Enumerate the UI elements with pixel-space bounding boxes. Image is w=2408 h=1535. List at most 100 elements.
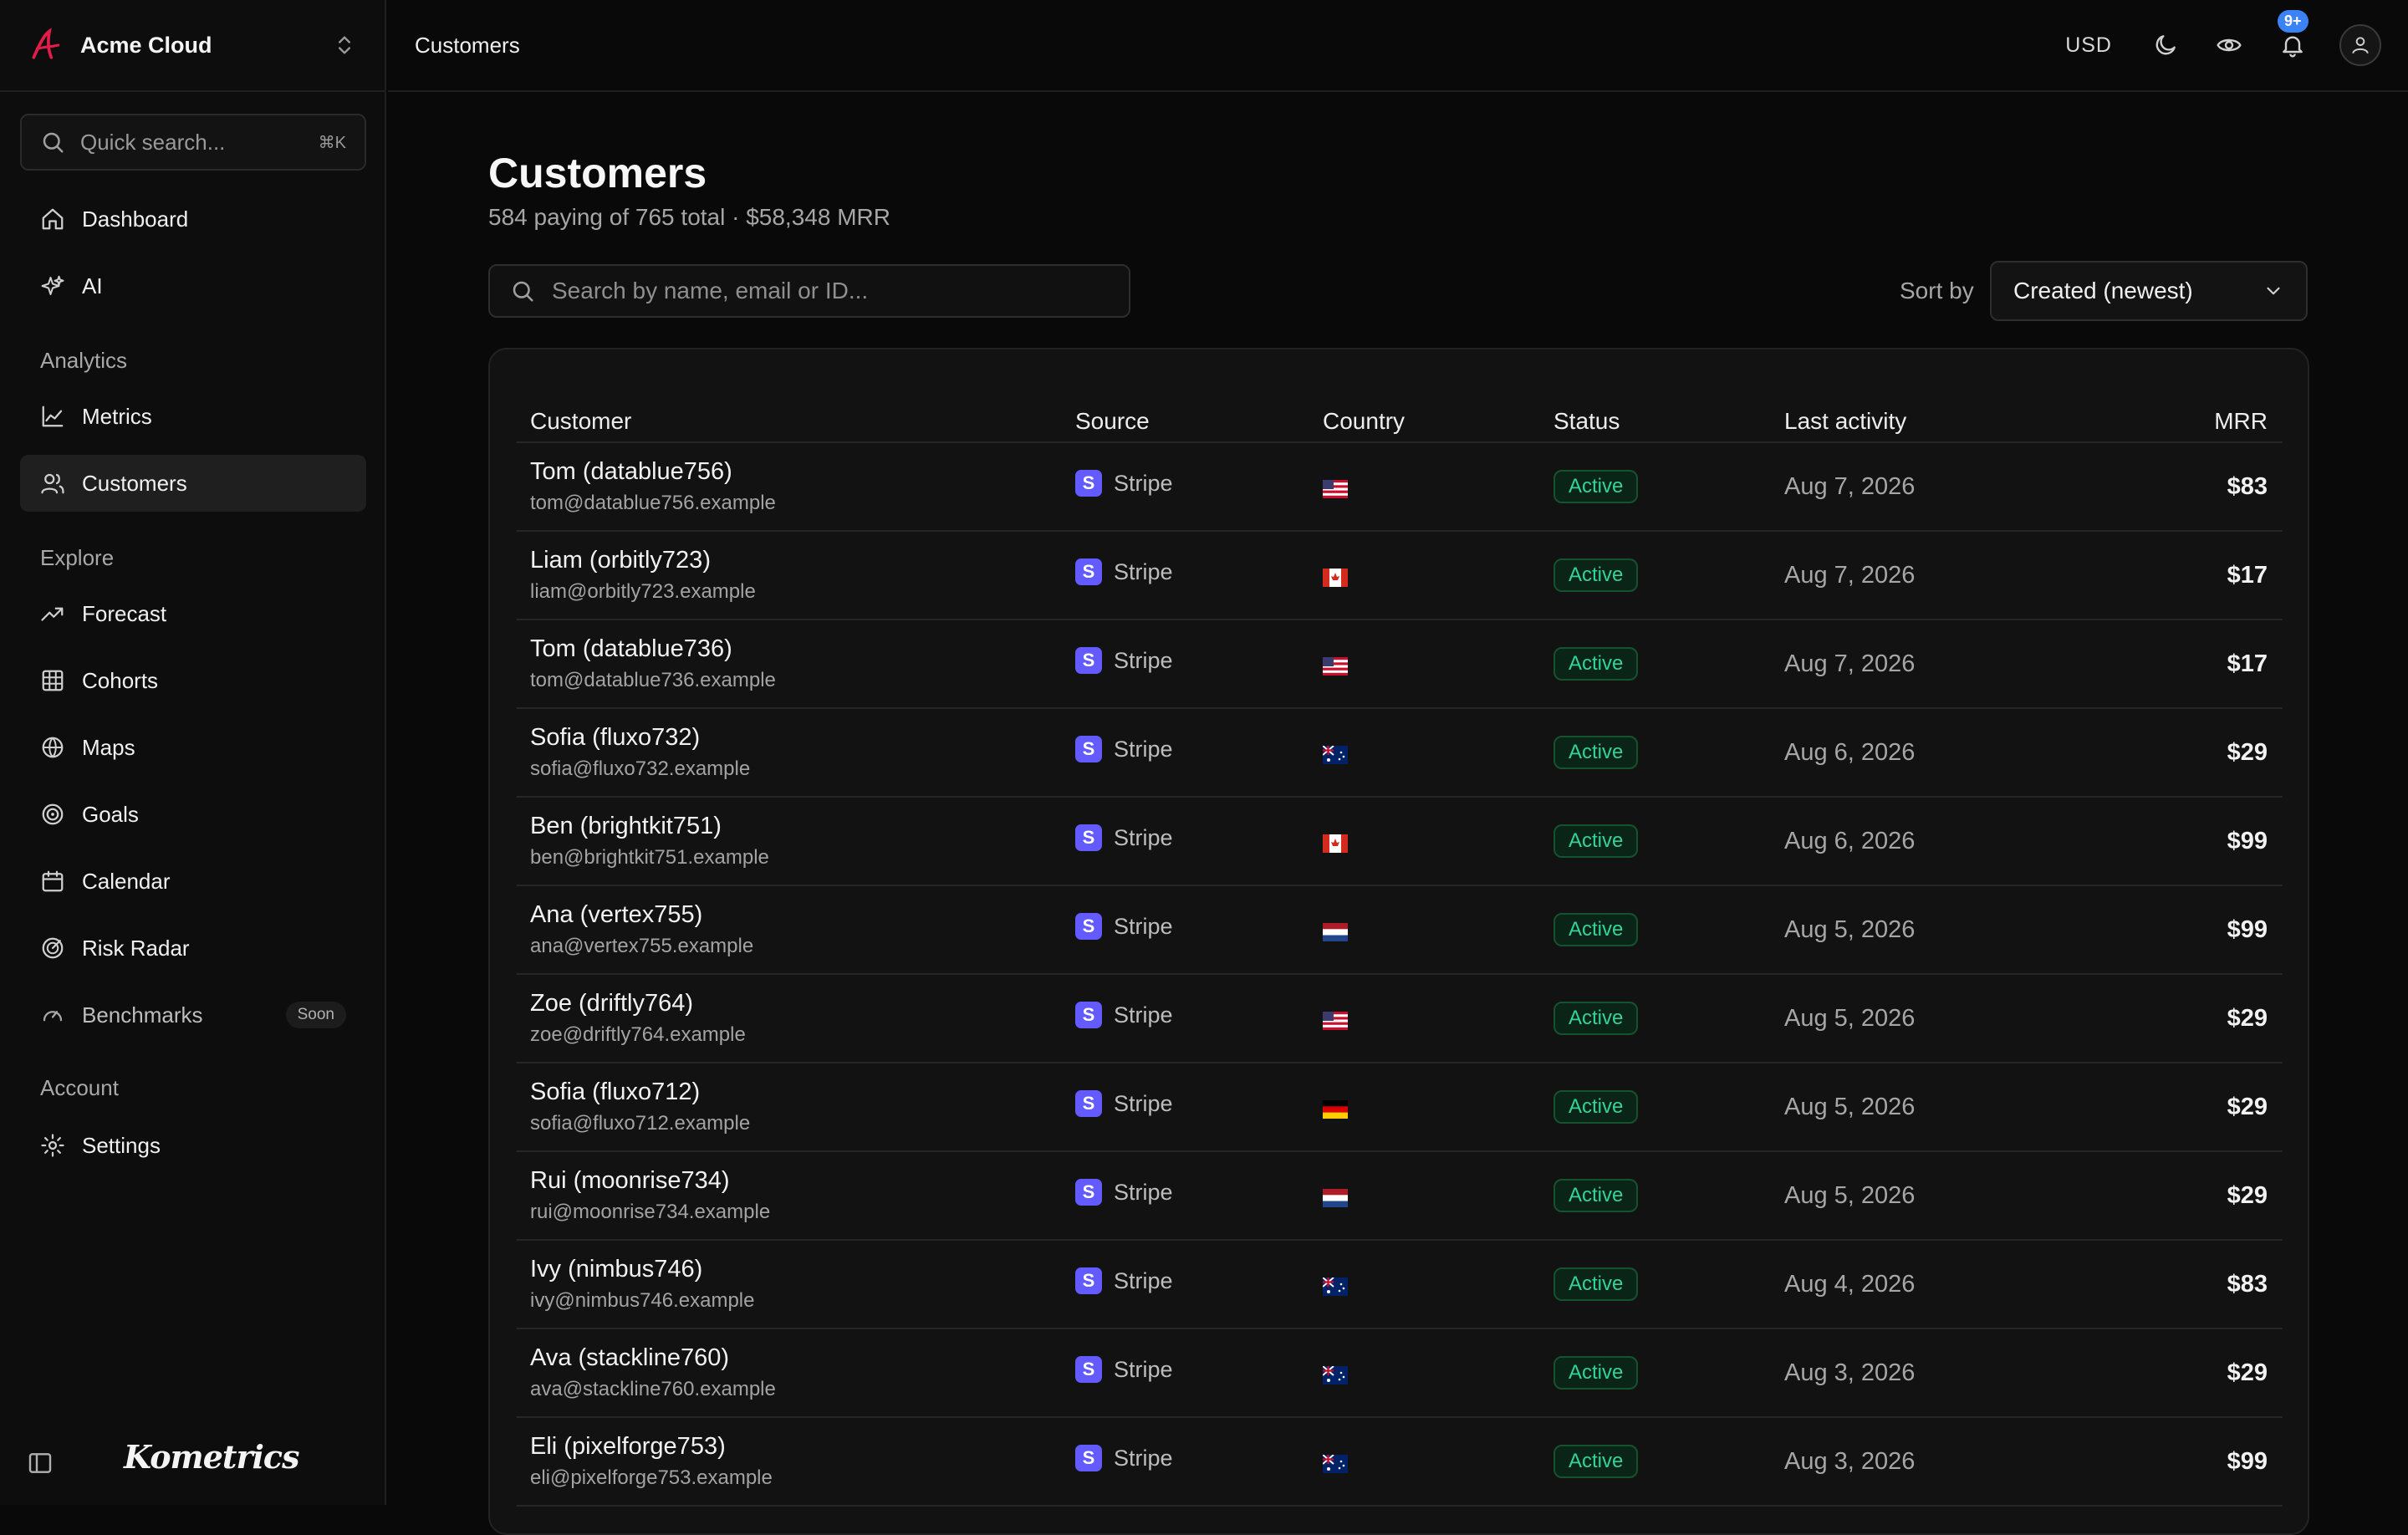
source-cell: S Stripe — [1075, 1179, 1173, 1206]
mrr-value: $83 — [2227, 1271, 2268, 1298]
table-row[interactable]: Rui (moonrise734) rui@moonrise734.example… — [517, 1152, 2283, 1241]
brand-logo-icon — [32, 28, 60, 59]
customer-name[interactable]: Sofia (fluxo712) — [530, 1079, 700, 1106]
sidebar-item-settings[interactable]: Settings — [20, 1117, 366, 1174]
sidebar-item-label: Settings — [82, 1132, 161, 1158]
mrr-value: $29 — [2227, 1094, 2268, 1120]
column-header-status[interactable]: Status — [1553, 408, 1620, 435]
stripe-icon: S — [1075, 736, 1102, 762]
table-row[interactable]: Eli (pixelforge753) eli@pixelforge753.exa… — [517, 1418, 2283, 1507]
sidebar-item-risk-radar[interactable]: Risk Radar — [20, 920, 366, 977]
table-row[interactable]: Sofia (fluxo732) sofia@fluxo732.example S S… — [517, 709, 2283, 798]
column-header-country[interactable]: Country — [1323, 408, 1405, 435]
sidebar-item-goals[interactable]: Goals — [20, 786, 366, 843]
gear-icon — [41, 1134, 64, 1157]
last-activity: Aug 6, 2026 — [1784, 828, 1916, 854]
country-flag-de-icon — [1323, 1100, 1348, 1119]
sidebar-item-cohorts[interactable]: Cohorts — [20, 652, 366, 709]
column-header-source[interactable]: Source — [1075, 408, 1150, 435]
customer-name[interactable]: Tom (datablue736) — [530, 635, 732, 663]
sort-select[interactable]: Created (newest) — [1990, 261, 2308, 321]
column-header-last-activity[interactable]: Last activity — [1784, 408, 1906, 435]
table-row[interactable]: Ava (stackline760) ava@stackline760.examp… — [517, 1329, 2283, 1418]
column-header-customer[interactable]: Customer — [530, 408, 631, 435]
source-cell: S Stripe — [1075, 1090, 1173, 1117]
quick-search-input[interactable]: Quick search... ⌘K — [20, 114, 366, 171]
source-cell: S Stripe — [1075, 824, 1173, 851]
status-badge: Active — [1553, 470, 1639, 503]
source-label: Stripe — [1114, 1179, 1173, 1205]
table-row[interactable]: Tom (datablue736) tom@datablue736.example… — [517, 620, 2283, 709]
source-label: Stripe — [1114, 824, 1173, 850]
mrr-value: $99 — [2227, 828, 2268, 854]
sidebar-item-forecast[interactable]: Forecast — [20, 585, 366, 642]
eye-icon[interactable] — [2216, 32, 2242, 59]
source-cell: S Stripe — [1075, 470, 1173, 497]
customer-name[interactable]: Sofia (fluxo732) — [530, 724, 700, 752]
table-row[interactable]: Tom (datablue756) tom@datablue756.example… — [517, 443, 2283, 532]
customer-name[interactable]: Liam (orbitly723) — [530, 547, 711, 574]
last-activity: Aug 5, 2026 — [1784, 916, 1916, 943]
sidebar-item-dashboard[interactable]: Dashboard — [20, 191, 366, 247]
table-header: Customer Source Country Status Last acti… — [517, 383, 2283, 443]
sidebar-item-customers[interactable]: Customers — [20, 455, 366, 512]
mrr-value: $99 — [2227, 916, 2268, 943]
customer-email: ana@vertex755.example — [530, 935, 754, 957]
avatar[interactable] — [2339, 24, 2381, 66]
table-row[interactable]: Liam (orbitly723) liam@orbitly723.example… — [517, 532, 2283, 620]
sidebar-toggle-icon[interactable] — [27, 1450, 54, 1476]
sidebar-item-benchmarks[interactable]: Benchmarks Soon — [20, 987, 366, 1043]
customer-name[interactable]: Ivy (nimbus746) — [530, 1256, 702, 1283]
status-badge: Active — [1553, 1267, 1639, 1301]
customer-email: sofia@fluxo732.example — [530, 757, 751, 780]
notifications-button[interactable]: 9+ — [2278, 10, 2309, 59]
country-flag-us-icon — [1323, 657, 1348, 676]
country-flag-au-icon — [1323, 1366, 1348, 1385]
customer-email: sofia@fluxo712.example — [530, 1112, 751, 1135]
mrr-value: $99 — [2227, 1448, 2268, 1475]
customer-name[interactable]: Ana (vertex755) — [530, 901, 702, 929]
source-label: Stripe — [1114, 736, 1173, 762]
customer-name[interactable]: Ava (stackline760) — [530, 1344, 729, 1372]
source-label: Stripe — [1114, 1445, 1173, 1471]
currency-selector[interactable]: USD — [2065, 33, 2112, 58]
stripe-icon: S — [1075, 1356, 1102, 1383]
last-activity: Aug 6, 2026 — [1784, 739, 1916, 766]
stripe-icon: S — [1075, 1445, 1102, 1471]
customer-email: tom@datablue736.example — [530, 669, 776, 691]
sidebar-item-ai[interactable]: AI — [20, 258, 366, 314]
customer-search-field[interactable] — [488, 264, 1130, 318]
column-header-mrr[interactable]: MRR — [2214, 408, 2268, 435]
table-row[interactable]: Sofia (fluxo712) sofia@fluxo712.example S S… — [517, 1063, 2283, 1152]
sidebar-item-label: Metrics — [82, 403, 152, 429]
table-row[interactable]: Ben (brightkit751) ben@brightkit751.examp… — [517, 798, 2283, 886]
customer-name[interactable]: Rui (moonrise734) — [530, 1167, 730, 1195]
table-row[interactable]: Ana (vertex755) ana@vertex755.example S Str… — [517, 886, 2283, 975]
country-flag-ca-icon — [1323, 569, 1348, 587]
customer-search-input[interactable] — [552, 278, 1109, 304]
status-badge: Active — [1553, 824, 1639, 858]
sidebar-item-label: Benchmarks — [82, 1002, 203, 1028]
table-row[interactable]: Zoe (driftly764) zoe@driftly764.example S S… — [517, 975, 2283, 1063]
sidebar-item-maps[interactable]: Maps — [20, 719, 366, 776]
customer-email: rui@moonrise734.example — [530, 1201, 771, 1223]
last-activity: Aug 5, 2026 — [1784, 1005, 1916, 1032]
nav-section-account: Account — [40, 1075, 119, 1100]
customer-name[interactable]: Ben (brightkit751) — [530, 813, 722, 840]
customer-name[interactable]: Eli (pixelforge753) — [530, 1433, 726, 1461]
customer-name[interactable]: Zoe (driftly764) — [530, 990, 693, 1017]
stripe-icon: S — [1075, 1267, 1102, 1294]
customer-email: zoe@driftly764.example — [530, 1023, 746, 1046]
source-cell: S Stripe — [1075, 1356, 1173, 1383]
source-label: Stripe — [1114, 470, 1173, 496]
table-row[interactable]: Ivy (nimbus746) ivy@nimbus746.example S Str… — [517, 1241, 2283, 1329]
sidebar-item-calendar[interactable]: Calendar — [20, 853, 366, 910]
country-flag-us-icon — [1323, 480, 1348, 498]
sidebar-item-label: Cohorts — [82, 667, 159, 693]
workspace-switcher[interactable]: Acme Cloud — [0, 0, 385, 92]
customer-email: tom@datablue756.example — [530, 492, 776, 514]
sidebar-item-metrics[interactable]: Metrics — [20, 388, 366, 445]
customer-name[interactable]: Tom (datablue756) — [530, 458, 732, 486]
customer-email: ivy@nimbus746.example — [530, 1289, 755, 1312]
moon-icon[interactable] — [2152, 32, 2179, 59]
